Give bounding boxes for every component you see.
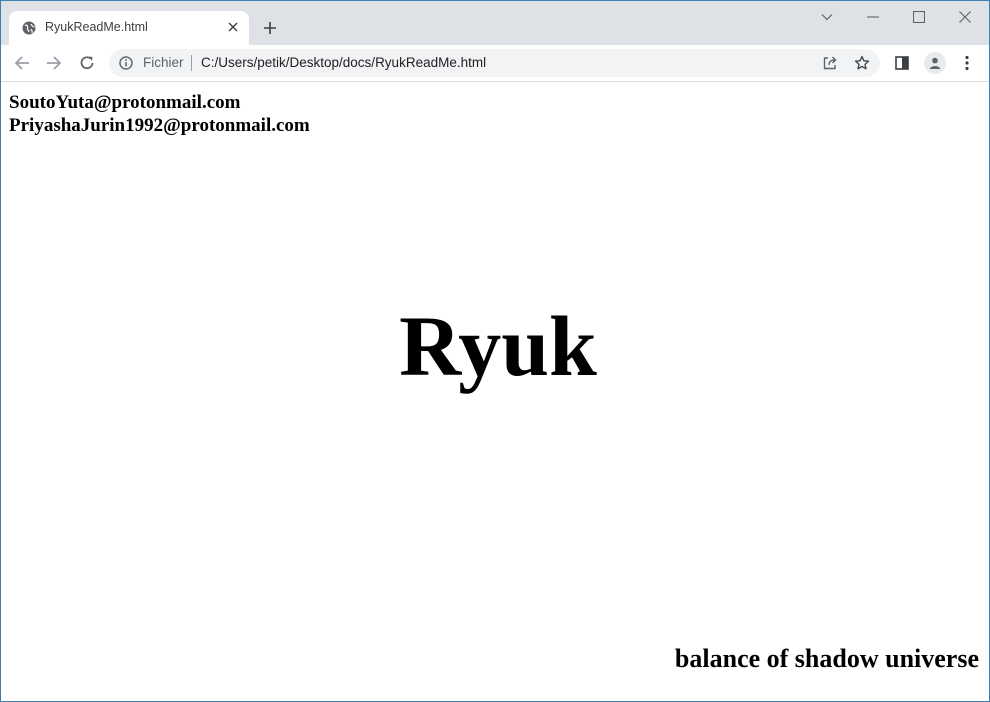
close-tab-icon[interactable] [225,19,241,35]
address-bar[interactable]: Fichier C:/Users/petik/Desktop/docs/Ryuk… [109,49,880,77]
tab-strip: RyukReadMe.html [1,1,989,45]
side-panel-icon[interactable] [890,51,914,75]
globe-icon [22,21,36,35]
ransom-headline: Ryuk [399,298,597,394]
close-window-icon[interactable] [950,5,980,29]
browser-window: RyukReadMe.html Fichier C:/Users/petik/D… [0,0,990,702]
tab-active[interactable]: RyukReadMe.html [9,11,249,45]
minimize-icon[interactable] [858,5,888,29]
address-separator [191,55,192,71]
plus-icon[interactable] [259,17,281,39]
chevron-down-icon[interactable] [812,5,842,29]
scheme-label: Fichier [143,55,184,70]
maximize-icon[interactable] [904,5,934,29]
share-icon[interactable] [820,53,840,73]
kebab-menu-icon[interactable] [955,51,979,75]
page-content: SoutoYuta@protonmail.com PriyashaJurin19… [1,82,989,701]
star-icon[interactable] [852,53,872,73]
tab-title: RyukReadMe.html [45,20,148,34]
footer-text: balance of shadow universe [674,644,979,673]
back-arrow-icon[interactable] [10,51,34,75]
contact-email-1: SoutoYuta@protonmail.com [9,92,241,113]
browser-toolbar: Fichier C:/Users/petik/Desktop/docs/Ryuk… [1,45,989,82]
profile-icon[interactable] [923,51,947,75]
info-icon[interactable] [119,56,133,70]
url-text[interactable]: C:/Users/petik/Desktop/docs/RyukReadMe.h… [201,55,486,70]
reload-icon[interactable] [75,51,99,75]
contact-email-2: PriyashaJurin1992@protonmail.com [9,115,310,136]
forward-arrow-icon[interactable] [42,51,66,75]
